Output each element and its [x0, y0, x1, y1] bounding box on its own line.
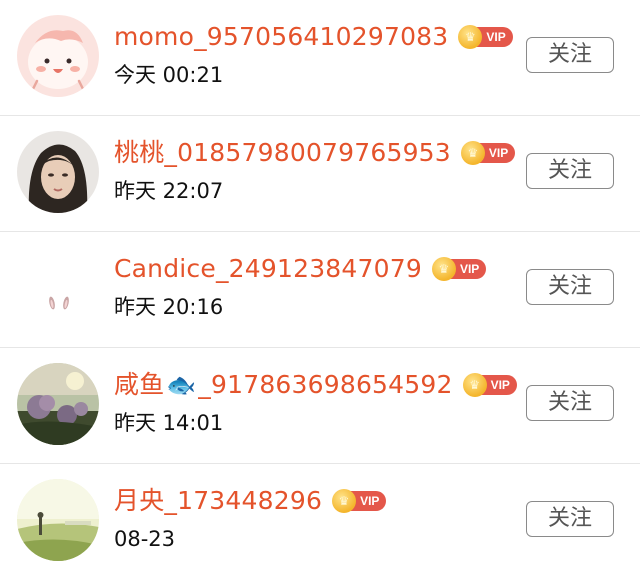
username[interactable]: momo_957056410297083 [114, 20, 448, 54]
vip-badge: ♛ VIP [431, 257, 487, 281]
follow-button[interactable]: 关注 [526, 269, 614, 305]
crown-icon: ♛ [460, 141, 485, 165]
timestamp: 昨天 14:01 [114, 411, 224, 435]
username-suffix[interactable]: _917863698654592 [198, 368, 452, 402]
bunny-ears-avatar-icon [17, 247, 99, 329]
follow-button[interactable]: 关注 [526, 385, 614, 421]
follow-button[interactable]: 关注 [526, 501, 614, 537]
vip-badge: ♛ VIP [332, 489, 387, 513]
pink-cartoon-avatar-icon [17, 15, 99, 97]
avatar[interactable] [17, 363, 99, 445]
follow-button[interactable]: 关注 [526, 153, 614, 189]
avatar[interactable] [17, 247, 99, 329]
avatar[interactable] [17, 479, 99, 561]
list-item[interactable]: momo_957056410297083 ♛ VIP 今天 00:21 关注 [0, 0, 640, 116]
list-item[interactable]: 咸鱼 🐟 _917863698654592 ♛ VIP 昨天 14:01 关注 [0, 348, 640, 464]
username[interactable]: 桃桃_01857980079765953 [114, 136, 451, 170]
flowers-avatar-icon [17, 363, 99, 445]
crown-icon: ♛ [431, 257, 456, 281]
vip-badge: ♛ VIP [458, 25, 513, 49]
list-item[interactable]: 月央_173448296 ♛ VIP 08-23 关注 [0, 464, 640, 575]
timestamp: 08-23 [114, 527, 176, 551]
crown-icon: ♛ [332, 489, 357, 513]
name-line: Candice_249123847079 ♛ VIP [114, 252, 487, 286]
avatar[interactable] [17, 131, 99, 213]
follow-button[interactable]: 关注 [526, 37, 614, 73]
crown-icon: ♛ [462, 373, 487, 397]
vip-badge: ♛ VIP [462, 373, 517, 397]
name-line: momo_957056410297083 ♛ VIP [114, 20, 513, 54]
timestamp: 昨天 22:07 [114, 179, 224, 203]
timestamp: 今天 00:21 [114, 63, 224, 87]
list-item[interactable]: Candice_249123847079 ♛ VIP 昨天 20:16 关注 [0, 232, 640, 348]
portrait-avatar-icon [17, 131, 99, 213]
avatar[interactable] [17, 15, 99, 97]
name-line: 月央_173448296 ♛ VIP [114, 484, 387, 518]
name-line: 桃桃_01857980079765953 ♛ VIP [114, 136, 516, 170]
username[interactable]: Candice_249123847079 [114, 252, 422, 286]
vip-badge: ♛ VIP [460, 141, 516, 165]
fish-icon: 🐟 [166, 371, 197, 399]
user-list: momo_957056410297083 ♛ VIP 今天 00:21 关注 桃… [0, 0, 640, 575]
username[interactable]: 月央_173448296 [114, 484, 322, 518]
timestamp: 昨天 20:16 [114, 295, 224, 319]
username-prefix[interactable]: 咸鱼 [114, 368, 164, 402]
landscape-avatar-icon [17, 479, 99, 561]
name-line: 咸鱼 🐟 _917863698654592 ♛ VIP [114, 368, 517, 402]
list-item[interactable]: 桃桃_01857980079765953 ♛ VIP 昨天 22:07 关注 [0, 116, 640, 232]
